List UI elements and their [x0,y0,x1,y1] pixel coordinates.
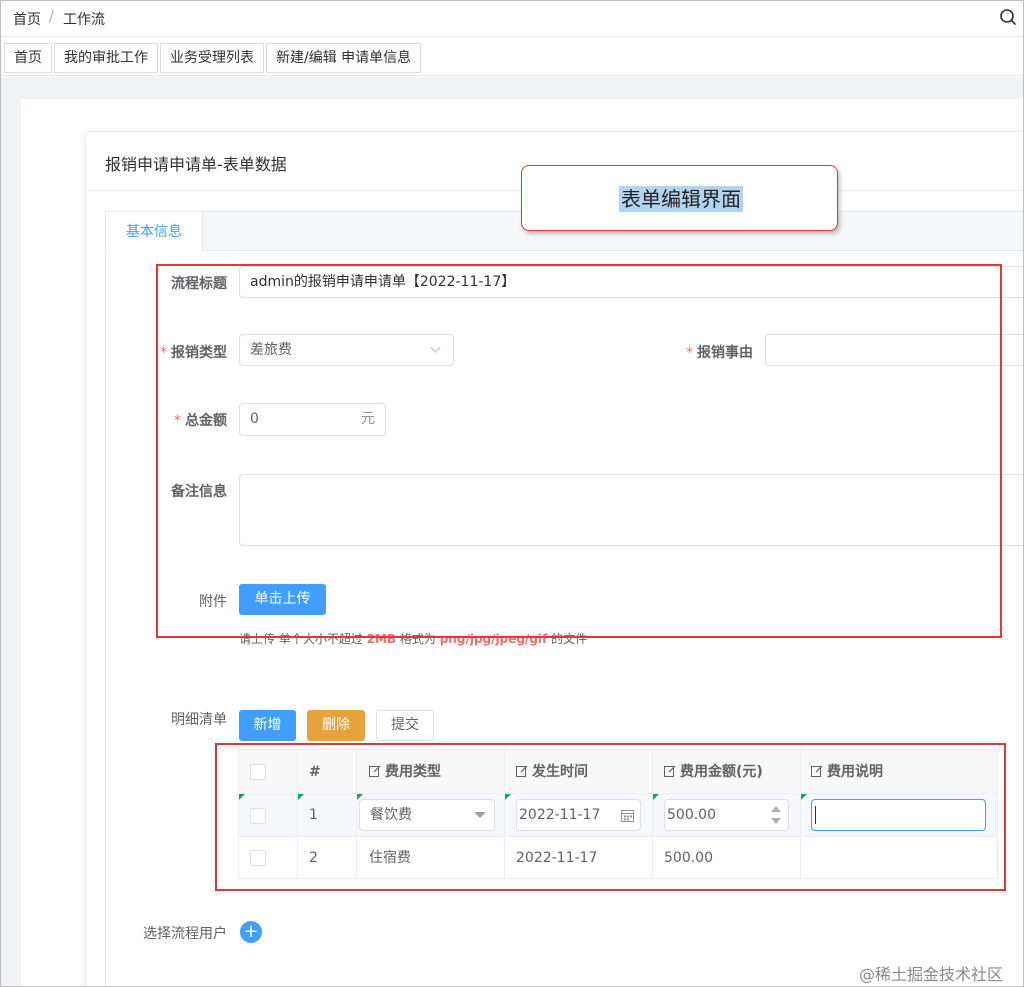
app-frame: 首页 / 工作流 首页 我的审批工作 业务受理列表 新建/编辑 申请单信息 报销… [0,0,1024,987]
tag-edit-application[interactable]: 新建/编辑 申请单信息 [266,43,422,73]
submit-detail-button[interactable]: 提交 [376,710,434,741]
search-icon[interactable] [999,8,1017,26]
watermark: @稀土掘金技术社区 [859,965,1004,984]
plus-icon[interactable]: + [240,921,262,943]
detail-list-label: 明细清单 [171,712,227,728]
annotation-callout: 表单编辑界面 [521,165,838,231]
form-highlight-box [156,264,1002,638]
annotation-text: 表单编辑界面 [619,186,743,212]
tag-business-list[interactable]: 业务受理列表 [160,43,264,73]
tab-basic-info[interactable]: 基本信息 [105,211,203,252]
breadcrumb-current: 工作流 [63,12,105,28]
top-navbar: 首页 / 工作流 [1,1,1023,37]
tag-home[interactable]: 首页 [4,43,52,73]
card-title: 报销申请申请单-表单数据 [105,155,287,174]
select-users-label: 选择流程用户 [143,926,227,942]
tag-my-approvals[interactable]: 我的审批工作 [54,43,158,73]
breadcrumb-home[interactable]: 首页 [13,9,41,29]
tags-view-bar: 首页 我的审批工作 业务受理列表 新建/编辑 申请单信息 [1,38,1023,76]
delete-row-button[interactable]: 删除 [307,710,365,741]
breadcrumb-separator: / [49,9,54,25]
add-row-button[interactable]: 新增 [239,710,296,741]
table-highlight-box [215,743,1006,891]
